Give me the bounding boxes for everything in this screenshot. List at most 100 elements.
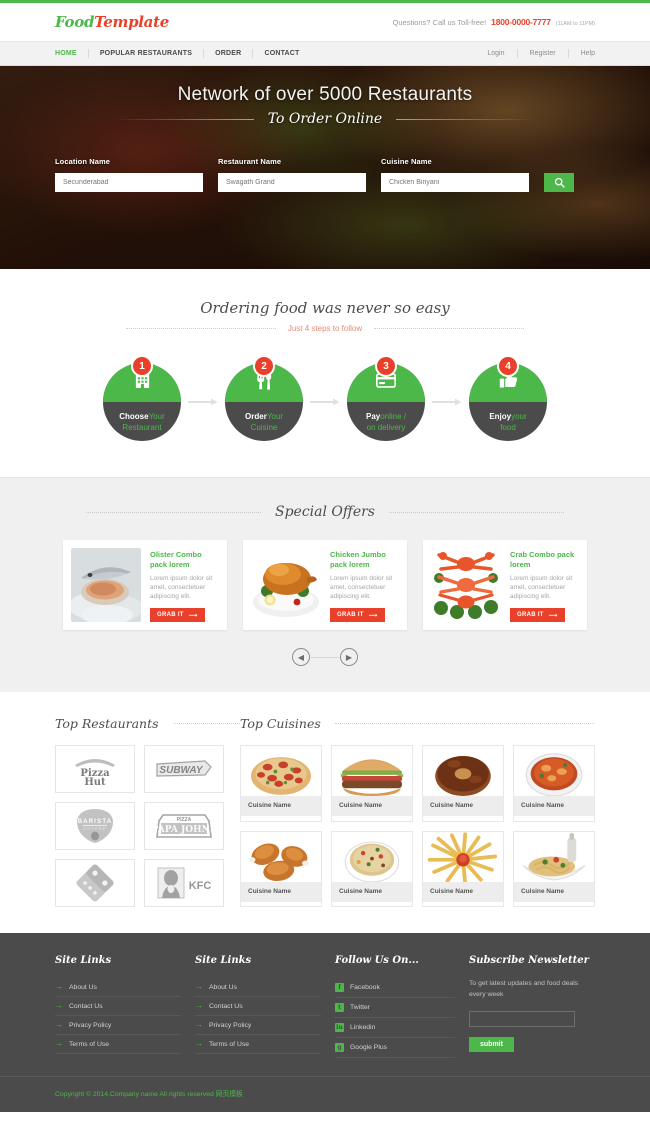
grab-it-button[interactable]: GRAB IT ⟶ <box>510 608 565 622</box>
carousel-next-button[interactable]: ▶ <box>340 648 358 666</box>
donut-photo <box>423 746 503 796</box>
cuisine-card[interactable]: Cuisine Name <box>513 830 595 907</box>
location-label: Location Name <box>55 157 111 166</box>
grab-it-label: GRAB IT <box>517 612 544 618</box>
nav-item-contact[interactable]: CONTACT <box>253 49 310 58</box>
restaurant-input[interactable] <box>218 173 366 192</box>
french-fries-photo <box>423 831 503 882</box>
cuisine-label: Cuisine Name <box>241 881 321 902</box>
cuisine-card[interactable]: Cuisine Name <box>422 830 504 907</box>
step-3-text: Payonline / on delivery <box>347 402 425 441</box>
cuisine-card[interactable]: Cuisine Name <box>331 745 413 822</box>
footer-link-contact-us[interactable]: → Contact Us <box>55 997 181 1016</box>
offer-description: Lorem ipsum dolor sit amet, consectetuer… <box>510 575 573 600</box>
footer-link-privacy-policy-2[interactable]: → Privacy Policy <box>195 1016 321 1035</box>
newsletter-description: To get latest updates and food deals eve… <box>469 980 579 998</box>
footer-link-about-us[interactable]: → About Us <box>55 978 181 997</box>
grab-it-button[interactable]: GRAB IT ⟶ <box>150 608 205 622</box>
cuisine-label: Cuisine Name <box>381 157 432 166</box>
cuisine-card[interactable]: Cuisine Name <box>331 830 413 907</box>
step-1[interactable]: 1 ChooseYour Restaurant <box>103 355 181 441</box>
footer-link-about-us-2[interactable]: → About Us <box>195 978 321 997</box>
footer-link-privacy-policy[interactable]: → Privacy Policy <box>55 1016 181 1035</box>
social-link-google-plus[interactable]: g Google Plus <box>335 1038 455 1058</box>
restaurant-logo-dominos[interactable] <box>55 859 135 907</box>
hero-search-form: Location Name Restaurant Name Cuisine Na… <box>55 157 595 192</box>
footer-column-site-links-1: Site Links → About Us → Contact Us → Pri… <box>55 955 181 1058</box>
svg-text:COFFEE: COFFEE <box>83 827 106 831</box>
linkedin-icon: in <box>335 1023 344 1032</box>
footer-link-terms-of-use-2[interactable]: → Terms of Use <box>195 1035 321 1054</box>
nav-item-popular-restaurants[interactable]: POPULAR RESTAURANTS <box>89 49 205 58</box>
social-link-facebook[interactable]: f Facebook <box>335 978 455 998</box>
nav-item-home[interactable]: HOME <box>55 49 89 58</box>
location-input[interactable] <box>55 173 203 192</box>
step-arrow-3 <box>425 398 469 406</box>
cuisine-card-grid: Cuisine Name Cuisine Name Cuisine Name C… <box>240 745 595 907</box>
step-4-number: 4 <box>497 355 519 377</box>
step-2[interactable]: 2 OrderYour Cuisine <box>225 355 303 441</box>
step-3[interactable]: 3 Payonline / on delivery <box>347 355 425 441</box>
search-field-restaurant: Restaurant Name <box>218 157 366 192</box>
grab-it-button[interactable]: GRAB IT ⟶ <box>330 608 385 622</box>
crab-platter-photo <box>431 548 501 622</box>
step-4[interactable]: 4 Enjoyyour food <box>469 355 547 441</box>
cuisines-dotted-rule <box>334 723 595 724</box>
cuisine-card[interactable]: Cuisine Name <box>513 745 595 822</box>
step-4-rest: your <box>511 411 527 421</box>
cuisine-card[interactable]: Cuisine Name <box>422 745 504 822</box>
offer-card[interactable]: Crab Combo pack lorem Lorem ipsum dolor … <box>423 540 587 630</box>
hero-banner: Network of over 5000 Restaurants To Orde… <box>0 66 650 269</box>
site-logo[interactable]: FoodTemplate <box>55 13 169 31</box>
footer-title-site-links-2: Site Links <box>195 955 252 966</box>
social-link-twitter[interactable]: t Twitter <box>335 998 455 1018</box>
hero-title: Network of over 5000 Restaurants <box>177 84 473 105</box>
footer-link-terms-of-use[interactable]: → Terms of Use <box>55 1035 181 1054</box>
offers-heading-row: Special Offers <box>0 504 650 520</box>
footer-title-site-links-1: Site Links <box>55 955 112 966</box>
cuisine-input[interactable] <box>381 173 529 192</box>
step-3-line1: Payonline / <box>366 411 406 422</box>
step-4-line2: food <box>500 422 516 432</box>
roast-chicken-photo <box>251 548 321 622</box>
restaurant-label: Restaurant Name <box>218 157 282 166</box>
step-3-rest: online / <box>380 411 407 421</box>
phone-number[interactable]: 1800-0000-7777 <box>491 17 551 27</box>
footer-column-site-links-2: Site Links → About Us → Contact Us → Pri… <box>195 955 321 1058</box>
cuisine-card[interactable]: Cuisine Name <box>240 830 322 907</box>
steps-subheading-row: Just 4 steps to follow <box>0 324 650 333</box>
restaurant-logo-barista[interactable]: BARISTA COFFEE <box>55 802 135 850</box>
search-button[interactable] <box>544 173 574 192</box>
carousel-prev-button[interactable]: ◀ <box>292 648 310 666</box>
search-icon <box>554 177 565 188</box>
footer-link-contact-us-2[interactable]: → Contact Us <box>195 997 321 1016</box>
offer-card[interactable]: Olister Combo pack lorem Lorem ipsum dol… <box>63 540 227 630</box>
restaurant-logo-papa-johns[interactable]: PIZZA PAPA JOHNS <box>144 802 224 850</box>
logo-food-text: Food <box>55 13 95 31</box>
restaurant-logo-kfc[interactable]: KFC <box>144 859 224 907</box>
restaurant-logo-grid: Pizza Hut SUBWAY BARISTA COFFEE PIZZA PA… <box>55 745 230 907</box>
top-listings-headings: Top Restaurants Top Cuisines <box>0 716 650 731</box>
nav-item-help[interactable]: Help <box>569 49 595 58</box>
footer-column-newsletter: Subscribe Newsletter To get latest updat… <box>469 955 595 1058</box>
header-contact: Questions? Call us Toll-free! 1800-0000-… <box>393 17 595 27</box>
offer-card[interactable]: Chicken Jumbo pack lorem Lorem ipsum dol… <box>243 540 407 630</box>
offers-dotted-left <box>86 511 261 513</box>
steps-row: 1 ChooseYour Restaurant 2 OrderYour Cuis… <box>0 355 650 441</box>
newsletter-submit-button[interactable]: submit <box>469 1037 514 1052</box>
cuisine-label: Cuisine Name <box>332 881 412 902</box>
dotted-rule-left <box>125 328 276 329</box>
nav-item-register[interactable]: Register <box>518 49 569 58</box>
dotted-rule-right <box>374 328 525 329</box>
cuisine-card[interactable]: Cuisine Name <box>240 745 322 822</box>
step-4-text: Enjoyyour food <box>469 402 547 441</box>
curry-bowl-photo <box>514 746 594 796</box>
nav-item-order[interactable]: ORDER <box>204 49 254 58</box>
social-link-linkedin[interactable]: in Linkedin <box>335 1018 455 1038</box>
newsletter-email-input[interactable] <box>469 1011 575 1027</box>
step-2-text: OrderYour Cuisine <box>225 402 303 441</box>
nav-item-login[interactable]: Login <box>475 49 518 58</box>
step-2-number: 2 <box>253 355 275 377</box>
restaurant-logo-pizza-hut[interactable]: Pizza Hut <box>55 745 135 793</box>
restaurant-logo-subway[interactable]: SUBWAY <box>144 745 224 793</box>
